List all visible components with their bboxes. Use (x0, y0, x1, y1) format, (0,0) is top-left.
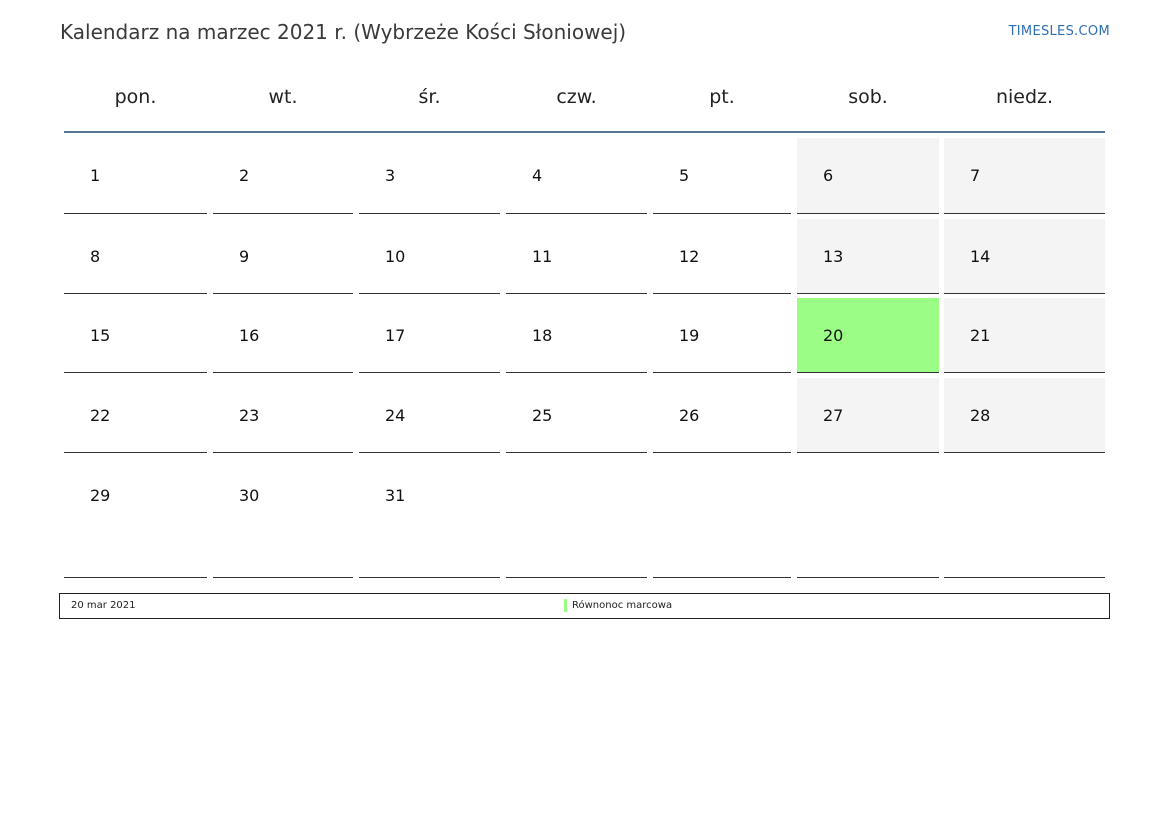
page-title: Kalendarz na marzec 2021 r. (Wybrzeże Ko… (60, 20, 627, 44)
day-cell: 27 (797, 378, 939, 453)
day-cell: 18 (506, 298, 647, 373)
day-number: 2 (239, 166, 250, 185)
day-number: 12 (679, 247, 700, 266)
day-number: 24 (385, 406, 406, 425)
day-number: 5 (679, 166, 690, 185)
day-number: 25 (532, 406, 553, 425)
weekday-header: wt. (268, 86, 298, 108)
day-number: 15 (90, 326, 111, 345)
day-cell: 25 (506, 378, 647, 453)
day-number: 20 (823, 326, 844, 345)
day-number: 29 (90, 486, 111, 505)
day-number: 8 (90, 247, 101, 266)
day-number: 18 (532, 326, 553, 345)
day-number: 1 (90, 166, 101, 185)
day-number: 13 (823, 247, 844, 266)
brand-link[interactable]: TIMESLES.COM (1009, 24, 1110, 39)
weekday-header: pon. (114, 86, 157, 108)
day-cell: 24 (359, 378, 500, 453)
day-number: 19 (679, 326, 700, 345)
day-cell: 23 (213, 378, 353, 453)
day-number: 4 (532, 166, 543, 185)
day-cell: 30 (213, 458, 353, 578)
day-number: 23 (239, 406, 260, 425)
day-cell: 12 (653, 219, 791, 294)
day-cell: 10 (359, 219, 500, 294)
day-cell: 5 (653, 138, 791, 214)
day-number: 30 (239, 486, 260, 505)
weekday-header: czw. (556, 86, 597, 108)
day-cell: 20 (797, 298, 939, 373)
day-number: 22 (90, 406, 111, 425)
day-number: 10 (385, 247, 406, 266)
day-cell: 11 (506, 219, 647, 294)
day-number: 31 (385, 486, 406, 505)
legend-holiday-name: Równonoc marcowa (572, 600, 673, 611)
day-cell: 13 (797, 219, 939, 294)
day-cell: 31 (359, 458, 500, 578)
day-cell: 22 (64, 378, 207, 453)
day-cell (797, 458, 939, 578)
day-number: 11 (532, 247, 553, 266)
day-cell: 14 (944, 219, 1105, 294)
weekday-header: sob. (848, 86, 888, 108)
day-cell: 2 (213, 138, 353, 214)
day-cell: 28 (944, 378, 1105, 453)
day-cell: 21 (944, 298, 1105, 373)
holiday-legend: 20 mar 2021 Równonoc marcowa (59, 593, 1110, 619)
day-number: 6 (823, 166, 834, 185)
day-cell (653, 458, 791, 578)
weekday-header-row: pon. wt. śr. czw. pt. sob. niedz. (64, 86, 1105, 112)
day-cell: 29 (64, 458, 207, 578)
weekday-header: śr. (418, 86, 441, 108)
day-cell (506, 458, 647, 578)
header-divider (64, 131, 1105, 133)
day-number: 17 (385, 326, 406, 345)
day-cell: 9 (213, 219, 353, 294)
day-number: 9 (239, 247, 250, 266)
day-number: 21 (970, 326, 991, 345)
day-cell: 16 (213, 298, 353, 373)
day-cell: 1 (64, 138, 207, 214)
legend-holiday-date: 20 mar 2021 (71, 600, 136, 611)
day-cell: 4 (506, 138, 647, 214)
weekday-header: pt. (709, 86, 735, 108)
day-number: 16 (239, 326, 260, 345)
legend-holiday-marker (564, 599, 567, 612)
day-cell (944, 458, 1105, 578)
weekday-header: niedz. (995, 86, 1054, 108)
day-number: 27 (823, 406, 844, 425)
day-cell: 19 (653, 298, 791, 373)
day-cell: 3 (359, 138, 500, 214)
day-cell: 6 (797, 138, 939, 214)
day-cell: 17 (359, 298, 500, 373)
day-number: 26 (679, 406, 700, 425)
day-cell: 7 (944, 138, 1105, 214)
day-number: 28 (970, 406, 991, 425)
day-cell: 26 (653, 378, 791, 453)
day-number: 7 (970, 166, 981, 185)
day-number: 3 (385, 166, 396, 185)
day-cell: 15 (64, 298, 207, 373)
day-cell: 8 (64, 219, 207, 294)
day-number: 14 (970, 247, 991, 266)
